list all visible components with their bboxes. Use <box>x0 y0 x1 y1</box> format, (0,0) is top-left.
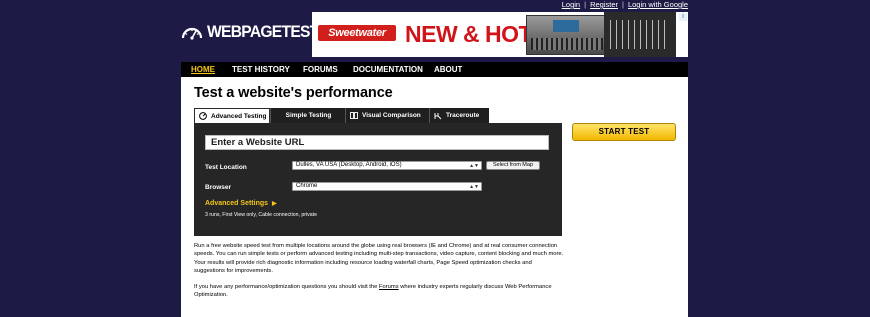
test-location-value: Dulles, VA USA (Desktop, Android, iOS) <box>296 162 402 168</box>
compare-icon <box>350 112 358 119</box>
register-link[interactable]: Register <box>590 0 618 9</box>
browser-label: Browser <box>205 184 232 191</box>
tab-simple-testing[interactable]: Simple Testing <box>270 108 346 123</box>
tab-label: Traceroute <box>446 112 480 119</box>
advanced-settings-summary: 3 runs, First View only, Cable connectio… <box>205 212 317 218</box>
ad-info-icon[interactable]: i <box>679 13 687 21</box>
ad-mixer-image <box>526 15 608 55</box>
speedometer-icon <box>181 27 203 40</box>
traceroute-icon <box>434 112 442 119</box>
browser-value: Chrome <box>296 183 318 189</box>
tab-label: Simple Testing <box>285 112 332 119</box>
forums-paragraph: If you have any performance/optimization… <box>194 283 564 300</box>
tab-traceroute[interactable]: Traceroute <box>429 108 489 123</box>
tab-advanced-testing[interactable]: Advanced Testing <box>194 108 270 123</box>
description-paragraph: Run a free website speed test from multi… <box>194 243 564 274</box>
main-nav: HOME TEST HISTORY FORUMS DOCUMENTATION A… <box>181 62 688 78</box>
nav-forums[interactable]: FORUMS <box>303 62 338 77</box>
separator: | <box>622 0 624 9</box>
expand-arrow-icon: ▶ <box>272 201 277 207</box>
select-from-map-button[interactable]: Select from Map <box>486 161 540 170</box>
top-links: Login | Register | Login with Google <box>562 0 688 9</box>
tab-label: Advanced Testing <box>211 112 267 120</box>
advertisement-banner[interactable]: Sweetwater NEW & HOT i <box>312 12 688 57</box>
select-arrows-icon: ▲▼ <box>469 184 479 190</box>
nav-home[interactable]: HOME <box>191 62 215 77</box>
paragraph-text: If you have any performance/optimization… <box>194 284 379 290</box>
login-link[interactable]: Login <box>562 0 580 9</box>
webpagetest-logo[interactable]: WEBPAGETEST <box>181 22 328 42</box>
nav-about[interactable]: ABOUT <box>434 62 462 77</box>
select-arrows-icon: ▲▼ <box>469 163 479 169</box>
main-content: Test a website's performance Advanced Te… <box>181 77 688 317</box>
test-location-label: Test Location <box>205 164 247 171</box>
advanced-settings-toggle[interactable]: Advanced Settings ▶ <box>205 200 277 207</box>
gauge-icon <box>199 112 207 120</box>
logo-text-light: PAGETEST <box>241 22 319 41</box>
nav-test-history[interactable]: TEST HISTORY <box>232 62 290 77</box>
ad-faders-image <box>604 12 676 57</box>
start-test-button[interactable]: START TEST <box>572 123 676 141</box>
browser-select[interactable]: Chrome ▲▼ <box>292 182 482 191</box>
test-settings-panel: Test Location Dulles, VA USA (Desktop, A… <box>194 123 562 236</box>
nav-documentation[interactable]: DOCUMENTATION <box>353 62 423 77</box>
ad-brand: Sweetwater <box>318 25 396 41</box>
tab-label: Visual Comparison <box>362 112 421 119</box>
logo-text: WEBPAGETEST <box>207 22 319 42</box>
advanced-settings-label: Advanced Settings <box>205 200 269 207</box>
login-with-google-link[interactable]: Login with Google <box>628 0 688 9</box>
forums-link[interactable]: Forums <box>379 284 399 290</box>
ad-headline: NEW & HOT <box>405 21 533 47</box>
separator: | <box>584 0 587 9</box>
tab-visual-comparison[interactable]: Visual Comparison <box>345 108 429 123</box>
website-url-input[interactable] <box>205 135 549 150</box>
test-location-select[interactable]: Dulles, VA USA (Desktop, Android, iOS) ▲… <box>292 161 482 170</box>
page-title: Test a website's performance <box>194 85 393 101</box>
logo-text-bold: WEB <box>207 22 242 41</box>
